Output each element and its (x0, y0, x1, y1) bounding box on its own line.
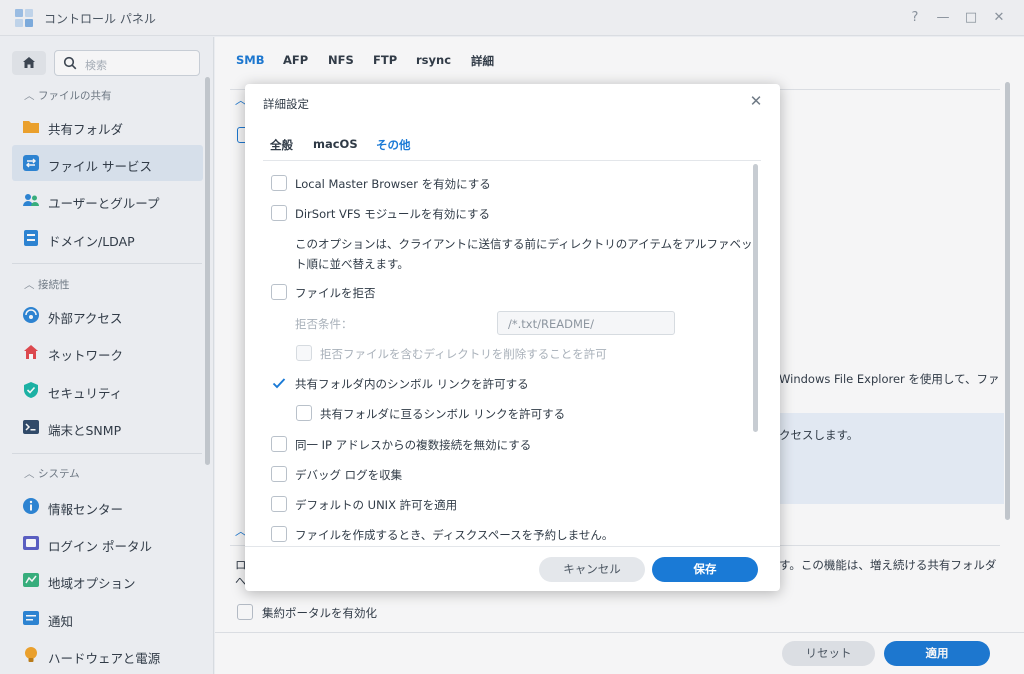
tab-others[interactable]: その他 (376, 137, 411, 153)
dirsort-description: このオプションは、クライアントに送信する前にディレクトリのアイテムをアルファベッ… (295, 237, 753, 271)
close-icon[interactable]: ✕ (747, 92, 765, 110)
cancel-button[interactable]: キャンセル (539, 557, 645, 582)
dialog-footer-divider (245, 546, 780, 547)
tab-general[interactable]: 全般 (270, 137, 293, 153)
deny-condition-label: 拒否条件： (295, 317, 353, 331)
dialog-scrollbar[interactable] (753, 164, 758, 432)
checkbox[interactable] (296, 405, 312, 421)
checkbox[interactable] (296, 345, 312, 361)
control-panel-window: コントロール パネル ? — □ ✕ 検索 ︿ ファイルの共有 共有フォルダ フ… (0, 0, 1024, 674)
checkbox[interactable] (271, 496, 287, 512)
checkbox[interactable] (271, 205, 287, 221)
checkbox[interactable] (271, 175, 287, 191)
tab-macos[interactable]: macOS (313, 137, 358, 151)
advanced-settings-dialog: 詳細設定 ✕ 全般 macOS その他 Local Master Browser… (245, 84, 780, 591)
deny-condition-input[interactable]: /*.txt/README/ (497, 311, 675, 335)
checkbox[interactable] (271, 436, 287, 452)
checkbox[interactable] (271, 284, 287, 300)
tab-divider (263, 160, 761, 161)
checkbox[interactable] (271, 526, 287, 542)
checkbox[interactable] (271, 466, 287, 482)
dialog-title: 詳細設定 (263, 97, 309, 111)
checkmark-icon[interactable] (271, 375, 287, 391)
save-button[interactable]: 保存 (652, 557, 758, 582)
